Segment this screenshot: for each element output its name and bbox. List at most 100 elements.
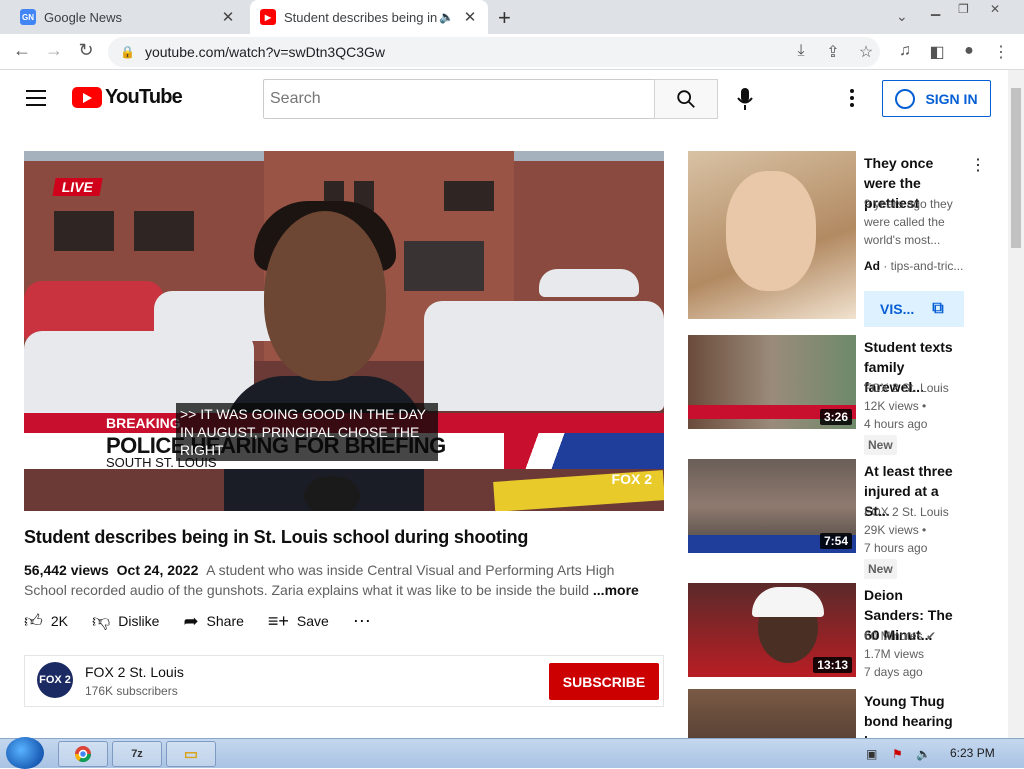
channel-avatar[interactable]: FOX 2 xyxy=(37,662,73,698)
sign-in-button[interactable]: SIGN IN xyxy=(882,80,991,117)
duration-badge: 3:26 xyxy=(819,409,852,425)
related-video-item[interactable]: Young Thug bond hearing |... xyxy=(688,689,988,739)
browser-toolbar: ← → ↻ 🔒 youtube.com/watch?v=swDtn3QC3Gw … xyxy=(0,34,1024,70)
video-description[interactable]: 56,442 views Oct 24, 2022 A student who … xyxy=(24,560,644,600)
close-window-button[interactable]: ✕ xyxy=(990,2,1000,18)
scrollbar-thumb[interactable] xyxy=(1011,88,1021,248)
lock-icon[interactable]: 🔒 xyxy=(120,45,135,59)
save-button[interactable]: ≡+ Save xyxy=(268,611,329,632)
account-icon xyxy=(895,88,916,109)
address-bar[interactable]: 🔒 youtube.com/watch?v=swDtn3QC3Gw xyxy=(108,37,880,67)
related-video-age: 4 hours ago xyxy=(864,417,928,431)
new-badge: New xyxy=(864,559,897,579)
new-tab-button[interactable]: + xyxy=(498,5,511,31)
menu-icon[interactable] xyxy=(26,90,46,106)
video-thumbnail[interactable]: 7:54 xyxy=(688,459,856,553)
google-news-icon: GN xyxy=(20,9,36,25)
network-icon[interactable]: ▣ xyxy=(866,747,877,761)
related-video-item[interactable]: 13:13 Deion Sanders: The 60 Minut... 60 … xyxy=(688,583,988,693)
youtube-logo[interactable]: YouTube xyxy=(72,86,183,109)
ad-thumbnail[interactable] xyxy=(688,151,856,319)
tab-title: Google News xyxy=(44,9,123,25)
tab-title: Student describes being in St. xyxy=(284,9,439,25)
restore-button[interactable]: ❐ xyxy=(958,2,969,18)
url-text: youtube.com/watch?v=swDtn3QC3Gw xyxy=(144,44,386,60)
close-tab-icon[interactable]: ✕ xyxy=(460,8,480,26)
more-horizontal-icon: ⋯ xyxy=(352,610,371,631)
side-panel-icon[interactable]: ◧ xyxy=(926,42,948,62)
taskbar-chrome[interactable] xyxy=(58,741,108,767)
ad-label: Ad xyxy=(864,259,880,273)
volume-icon[interactable]: 🔈 xyxy=(916,747,931,761)
video-thumbnail[interactable]: 3:26 xyxy=(688,335,856,429)
view-count: 56,442 views xyxy=(24,562,109,578)
ad-card[interactable]: They once were the prettiest ⋮ 9 years a… xyxy=(688,151,988,331)
related-video-item[interactable]: 7:54 At least three injured at a St... F… xyxy=(688,459,988,579)
back-icon[interactable]: ← xyxy=(10,40,34,61)
action-center-icon[interactable]: ⚑ xyxy=(892,747,903,761)
related-video-views: 29K views xyxy=(864,523,919,537)
related-video-age: 7 days ago xyxy=(864,665,923,679)
related-video-age: 7 hours ago xyxy=(864,541,928,555)
start-button[interactable] xyxy=(6,737,44,769)
youtube-play-icon xyxy=(72,87,102,108)
related-video-meta: FOX 2 St. Louis 29K views • 7 hours ago … xyxy=(864,503,972,579)
more-link[interactable]: ...more xyxy=(593,582,639,598)
related-video-title[interactable]: Young Thug bond hearing |... xyxy=(864,691,964,739)
related-video-item[interactable]: 3:26 Student texts family farewel... FOX… xyxy=(688,335,988,455)
external-link-icon: ⧉ xyxy=(932,300,944,317)
new-badge: New xyxy=(864,435,897,455)
bookmark-star-icon[interactable]: ☆ xyxy=(855,42,877,62)
reload-icon[interactable]: ↻ xyxy=(74,40,98,61)
video-player[interactable]: LIVE BREAKING POLICE HEARING FOR BRIEFIN… xyxy=(24,151,664,511)
related-video-channel[interactable]: FOX 2 St. Louis xyxy=(864,379,972,397)
minimize-button[interactable]: ▁ xyxy=(931,2,940,18)
voice-search-button[interactable] xyxy=(730,84,760,114)
related-video-meta: 60 Minutes ✔ 1.7M views 7 days ago xyxy=(864,627,972,681)
tab-youtube-video[interactable]: ▶ Student describes being in St. 🔈 ✕ xyxy=(250,0,488,34)
subscribe-button[interactable]: SUBSCRIBE xyxy=(549,663,659,700)
visit-site-button[interactable]: VIS... ⧉ xyxy=(864,291,964,327)
taskbar-explorer[interactable]: ▭ xyxy=(166,741,216,767)
youtube-header: YouTube SIGN IN xyxy=(0,70,1008,128)
related-video-channel[interactable]: 60 Minutes xyxy=(864,629,923,643)
search-input[interactable] xyxy=(263,79,655,119)
video-thumbnail[interactable] xyxy=(688,689,856,739)
closed-caption: >> IT WAS GOING GOOD IN THE DAY IN AUGUS… xyxy=(176,403,438,461)
settings-menu-icon[interactable] xyxy=(850,89,854,107)
install-icon[interactable]: ⤓ xyxy=(790,42,812,60)
verified-icon: ✔ xyxy=(926,629,937,643)
more-actions-button[interactable]: ⋯ xyxy=(353,611,379,632)
forward-icon[interactable]: → xyxy=(42,40,66,61)
ad-domain: tips-and-tric... xyxy=(890,259,964,273)
dislike-button[interactable]: 👎︎ Dislike xyxy=(92,610,160,632)
browser-tab-strip: GN Google News ✕ ▶ Student describes bei… xyxy=(0,0,1024,34)
page-scrollbar[interactable] xyxy=(1008,70,1024,738)
search-button[interactable] xyxy=(654,79,718,119)
more-vertical-icon[interactable]: ⋮ xyxy=(970,155,986,175)
channel-row: FOX 2 FOX 2 St. Louis 176K subscribers S… xyxy=(24,655,664,707)
tab-google-news[interactable]: GN Google News ✕ xyxy=(8,0,246,34)
subscriber-count: 176K subscribers xyxy=(85,684,178,698)
profile-icon[interactable]: ● xyxy=(958,42,980,60)
clock[interactable]: 6:23 PM xyxy=(950,746,995,760)
upload-date: Oct 24, 2022 xyxy=(116,562,199,578)
share-page-icon[interactable]: ⇪ xyxy=(822,42,844,62)
video-thumbnail[interactable]: 13:13 xyxy=(688,583,856,677)
video-frame-microphone xyxy=(304,476,360,511)
taskbar-7zip[interactable]: 7z xyxy=(112,741,162,767)
speaker-icon[interactable]: 🔈 xyxy=(439,10,454,24)
tab-search-icon[interactable]: ⌄ xyxy=(896,8,908,24)
thumbs-down-icon: 👎︎ xyxy=(91,611,111,631)
close-tab-icon[interactable]: ✕ xyxy=(218,8,238,26)
media-control-icon[interactable]: ♫ xyxy=(894,42,916,60)
chrome-menu-icon[interactable]: ⋮ xyxy=(990,42,1012,62)
ad-source: Ad · tips-and-tric... xyxy=(864,259,964,273)
description-text: A student who was inside Central Visual … xyxy=(24,562,615,598)
share-button[interactable]: ➦ Share xyxy=(183,611,243,632)
channel-name[interactable]: FOX 2 St. Louis xyxy=(85,664,184,680)
related-video-channel[interactable]: FOX 2 St. Louis xyxy=(864,503,972,521)
thumbs-up-icon: 👍︎ xyxy=(24,611,43,631)
like-button[interactable]: 👍︎ 2K xyxy=(24,610,68,632)
folder-icon: ▭ xyxy=(183,746,199,763)
